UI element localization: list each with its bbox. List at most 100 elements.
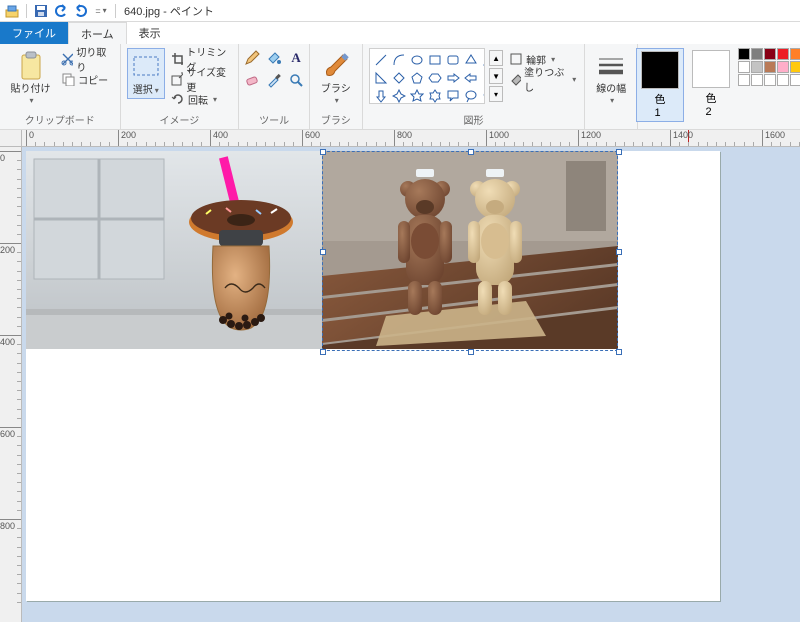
resize-icon [171,72,183,86]
tab-file[interactable]: ファイル [0,22,68,44]
shape-fill-button[interactable]: 塗りつぶし [507,70,578,88]
shape-rect-icon[interactable] [427,52,443,68]
palette-color[interactable] [738,61,750,73]
shape-roundrect-icon[interactable] [445,52,461,68]
outline-icon [509,52,523,66]
color2-button[interactable]: 色 2 [688,48,734,120]
selection-handle[interactable] [616,249,622,255]
palette-color[interactable] [751,61,763,73]
selection-marquee[interactable] [322,151,618,351]
palette-color[interactable] [777,48,789,60]
canvas[interactable] [26,151,720,601]
group-colors: 色 1 色 2 [638,44,800,129]
ribbon-tabs: ファイル ホーム 表示 [0,22,800,44]
title-bar: = 640.jpg - ペイント [0,0,800,22]
canvas-viewport[interactable] [22,147,800,622]
shape-gallery-more[interactable]: ▾ [489,86,503,102]
window-title: 640.jpg - ペイント [124,3,214,19]
paste-button[interactable]: 貼り付け [6,48,55,108]
group-tools: A ツール [239,44,310,129]
shape-curve-icon[interactable] [391,52,407,68]
resize-button[interactable]: サイズ変更 [169,70,232,88]
scissors-icon [61,52,73,66]
palette-color[interactable] [738,74,750,86]
shape-callout-oval-icon[interactable] [463,88,479,104]
selection-handle[interactable] [320,249,326,255]
palette-color[interactable] [738,48,750,60]
group-clipboard: 貼り付け 切り取り コピー クリップボード [0,44,121,129]
palette-color[interactable] [764,74,776,86]
qat-dropdown[interactable]: = [93,3,109,19]
text-tool[interactable]: A [286,48,306,68]
shape-arrowD-icon[interactable] [373,88,389,104]
fill-tool[interactable] [264,48,284,68]
brush-button[interactable]: ブラシ [316,48,356,108]
shape-hexagon-icon[interactable] [427,70,443,86]
shape-line-icon[interactable] [373,52,389,68]
ribbon: 貼り付け 切り取り コピー クリップボード 選択 [0,44,800,130]
color-palette[interactable] [738,48,800,86]
redo-icon[interactable] [73,3,89,19]
shape-callout-cloud-icon[interactable] [481,88,485,104]
undo-icon[interactable] [53,3,69,19]
tab-home[interactable]: ホーム [68,22,127,44]
copy-button[interactable]: コピー [59,70,113,88]
palette-color[interactable] [764,61,776,73]
shape-diamond-icon[interactable] [391,70,407,86]
selection-handle[interactable] [320,349,326,355]
lineweight-button[interactable]: 線の幅 [591,48,631,108]
shape-star5-icon[interactable] [409,88,425,104]
shape-polygon-icon[interactable] [463,52,479,68]
horizontal-ruler: 02004006008001000120014001600 [22,130,800,147]
color1-button[interactable]: 色 1 [636,48,684,122]
palette-color[interactable] [764,48,776,60]
shape-gallery[interactable] [369,48,485,104]
eyedropper-tool[interactable] [264,70,284,90]
shape-star6-icon[interactable] [427,88,443,104]
color2-swatch [692,50,730,88]
palette-color[interactable] [777,74,789,86]
group-shapes: ▲ ▼ ▾ 輪郭 塗りつぶし 図形 [363,44,586,129]
selection-handle[interactable] [468,149,474,155]
color1-swatch [641,51,679,89]
select-button[interactable]: 選択 [127,48,165,99]
save-icon[interactable] [33,3,49,19]
group-lineweight: 線の幅 [585,44,638,129]
palette-color[interactable] [751,74,763,86]
magnifier-tool[interactable] [286,70,306,90]
fill-icon [509,72,521,86]
tab-view[interactable]: 表示 [127,22,173,44]
shape-gallery-up[interactable]: ▲ [489,50,503,66]
shape-arrowR-icon[interactable] [445,70,461,86]
rotate-icon [171,92,185,106]
palette-color[interactable] [790,61,800,73]
shape-oval-icon[interactable] [409,52,425,68]
app-icon [4,3,20,19]
shape-arrowU-icon[interactable] [481,70,485,86]
ruler-corner [0,130,22,147]
copy-icon [61,72,75,86]
group-image: 選択 トリミング サイズ変更 回転 イメージ [121,44,240,129]
rotate-button[interactable]: 回転 [169,90,232,108]
palette-color[interactable] [751,48,763,60]
palette-color[interactable] [790,48,800,60]
eraser-tool[interactable] [242,70,262,90]
shape-arrowL-icon[interactable] [463,70,479,86]
cut-button[interactable]: 切り取り [59,50,113,68]
palette-color[interactable] [790,74,800,86]
selection-handle[interactable] [616,349,622,355]
selection-handle[interactable] [616,149,622,155]
shape-star4-icon[interactable] [391,88,407,104]
crop-icon [171,52,183,66]
workspace: 02004006008001000120014001600 0200400600… [0,130,800,622]
pencil-tool[interactable] [242,48,262,68]
palette-color[interactable] [777,61,789,73]
shape-pentagon-icon[interactable] [409,70,425,86]
vertical-ruler: 0200400600800 [0,147,22,622]
shape-triangle-icon[interactable] [481,52,485,68]
shape-gallery-down[interactable]: ▼ [489,68,503,84]
shape-callout-rect-icon[interactable] [445,88,461,104]
selection-handle[interactable] [320,149,326,155]
selection-handle[interactable] [468,349,474,355]
shape-rtriangle-icon[interactable] [373,70,389,86]
